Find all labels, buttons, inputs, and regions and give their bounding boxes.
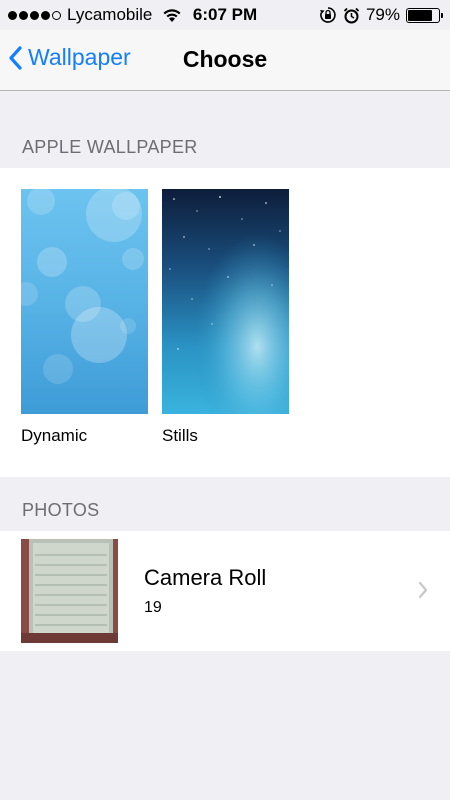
section-header-photos: PHOTOS: [22, 500, 100, 520]
status-left: Lycamobile: [8, 5, 182, 25]
wallpaper-stills-thumbnail[interactable]: [162, 189, 289, 414]
status-right: 79%: [319, 5, 443, 25]
status-bar: Lycamobile 6:07 PM 79%: [0, 0, 450, 30]
signal-dot: [30, 10, 39, 20]
signal-dot: [8, 10, 17, 20]
rotation-lock-icon: [319, 7, 336, 23]
wallpaper-stills-label: Stills: [162, 426, 198, 445]
signal-dot: [19, 10, 28, 20]
page-title: Choose: [182, 46, 268, 72]
navigation-bar: Wallpaper Choose: [0, 30, 450, 91]
signal-dot: [41, 10, 50, 20]
wallpaper-dynamic-label: Dynamic: [21, 426, 88, 445]
album-title: Camera Roll: [144, 565, 267, 590]
album-row-camera-roll[interactable]: Camera Roll 19: [0, 531, 450, 651]
carrier-name: Lycamobile: [67, 5, 153, 24]
camera-roll-thumbnail: [21, 539, 118, 643]
wifi-icon: [163, 8, 181, 22]
apple-wallpaper-panel: Dynamic Stills: [0, 168, 450, 477]
signal-strength-icon: [8, 10, 61, 20]
stills-wallpaper-image: [162, 189, 289, 414]
battery-percent: 79%: [365, 5, 400, 24]
battery-icon: [406, 7, 443, 23]
alarm-icon: [343, 7, 360, 23]
album-photo-count: 19: [144, 599, 162, 616]
section-header-apple-wallpaper: APPLE WALLPAPER: [22, 137, 198, 157]
battery-level-fill: [408, 9, 432, 21]
dynamic-wallpaper-image: [21, 189, 148, 414]
chevron-right-icon: [418, 581, 428, 599]
wallpaper-dynamic-thumbnail[interactable]: [21, 189, 148, 414]
camera-roll-photo-image: [21, 539, 118, 643]
signal-dot: [52, 10, 61, 20]
